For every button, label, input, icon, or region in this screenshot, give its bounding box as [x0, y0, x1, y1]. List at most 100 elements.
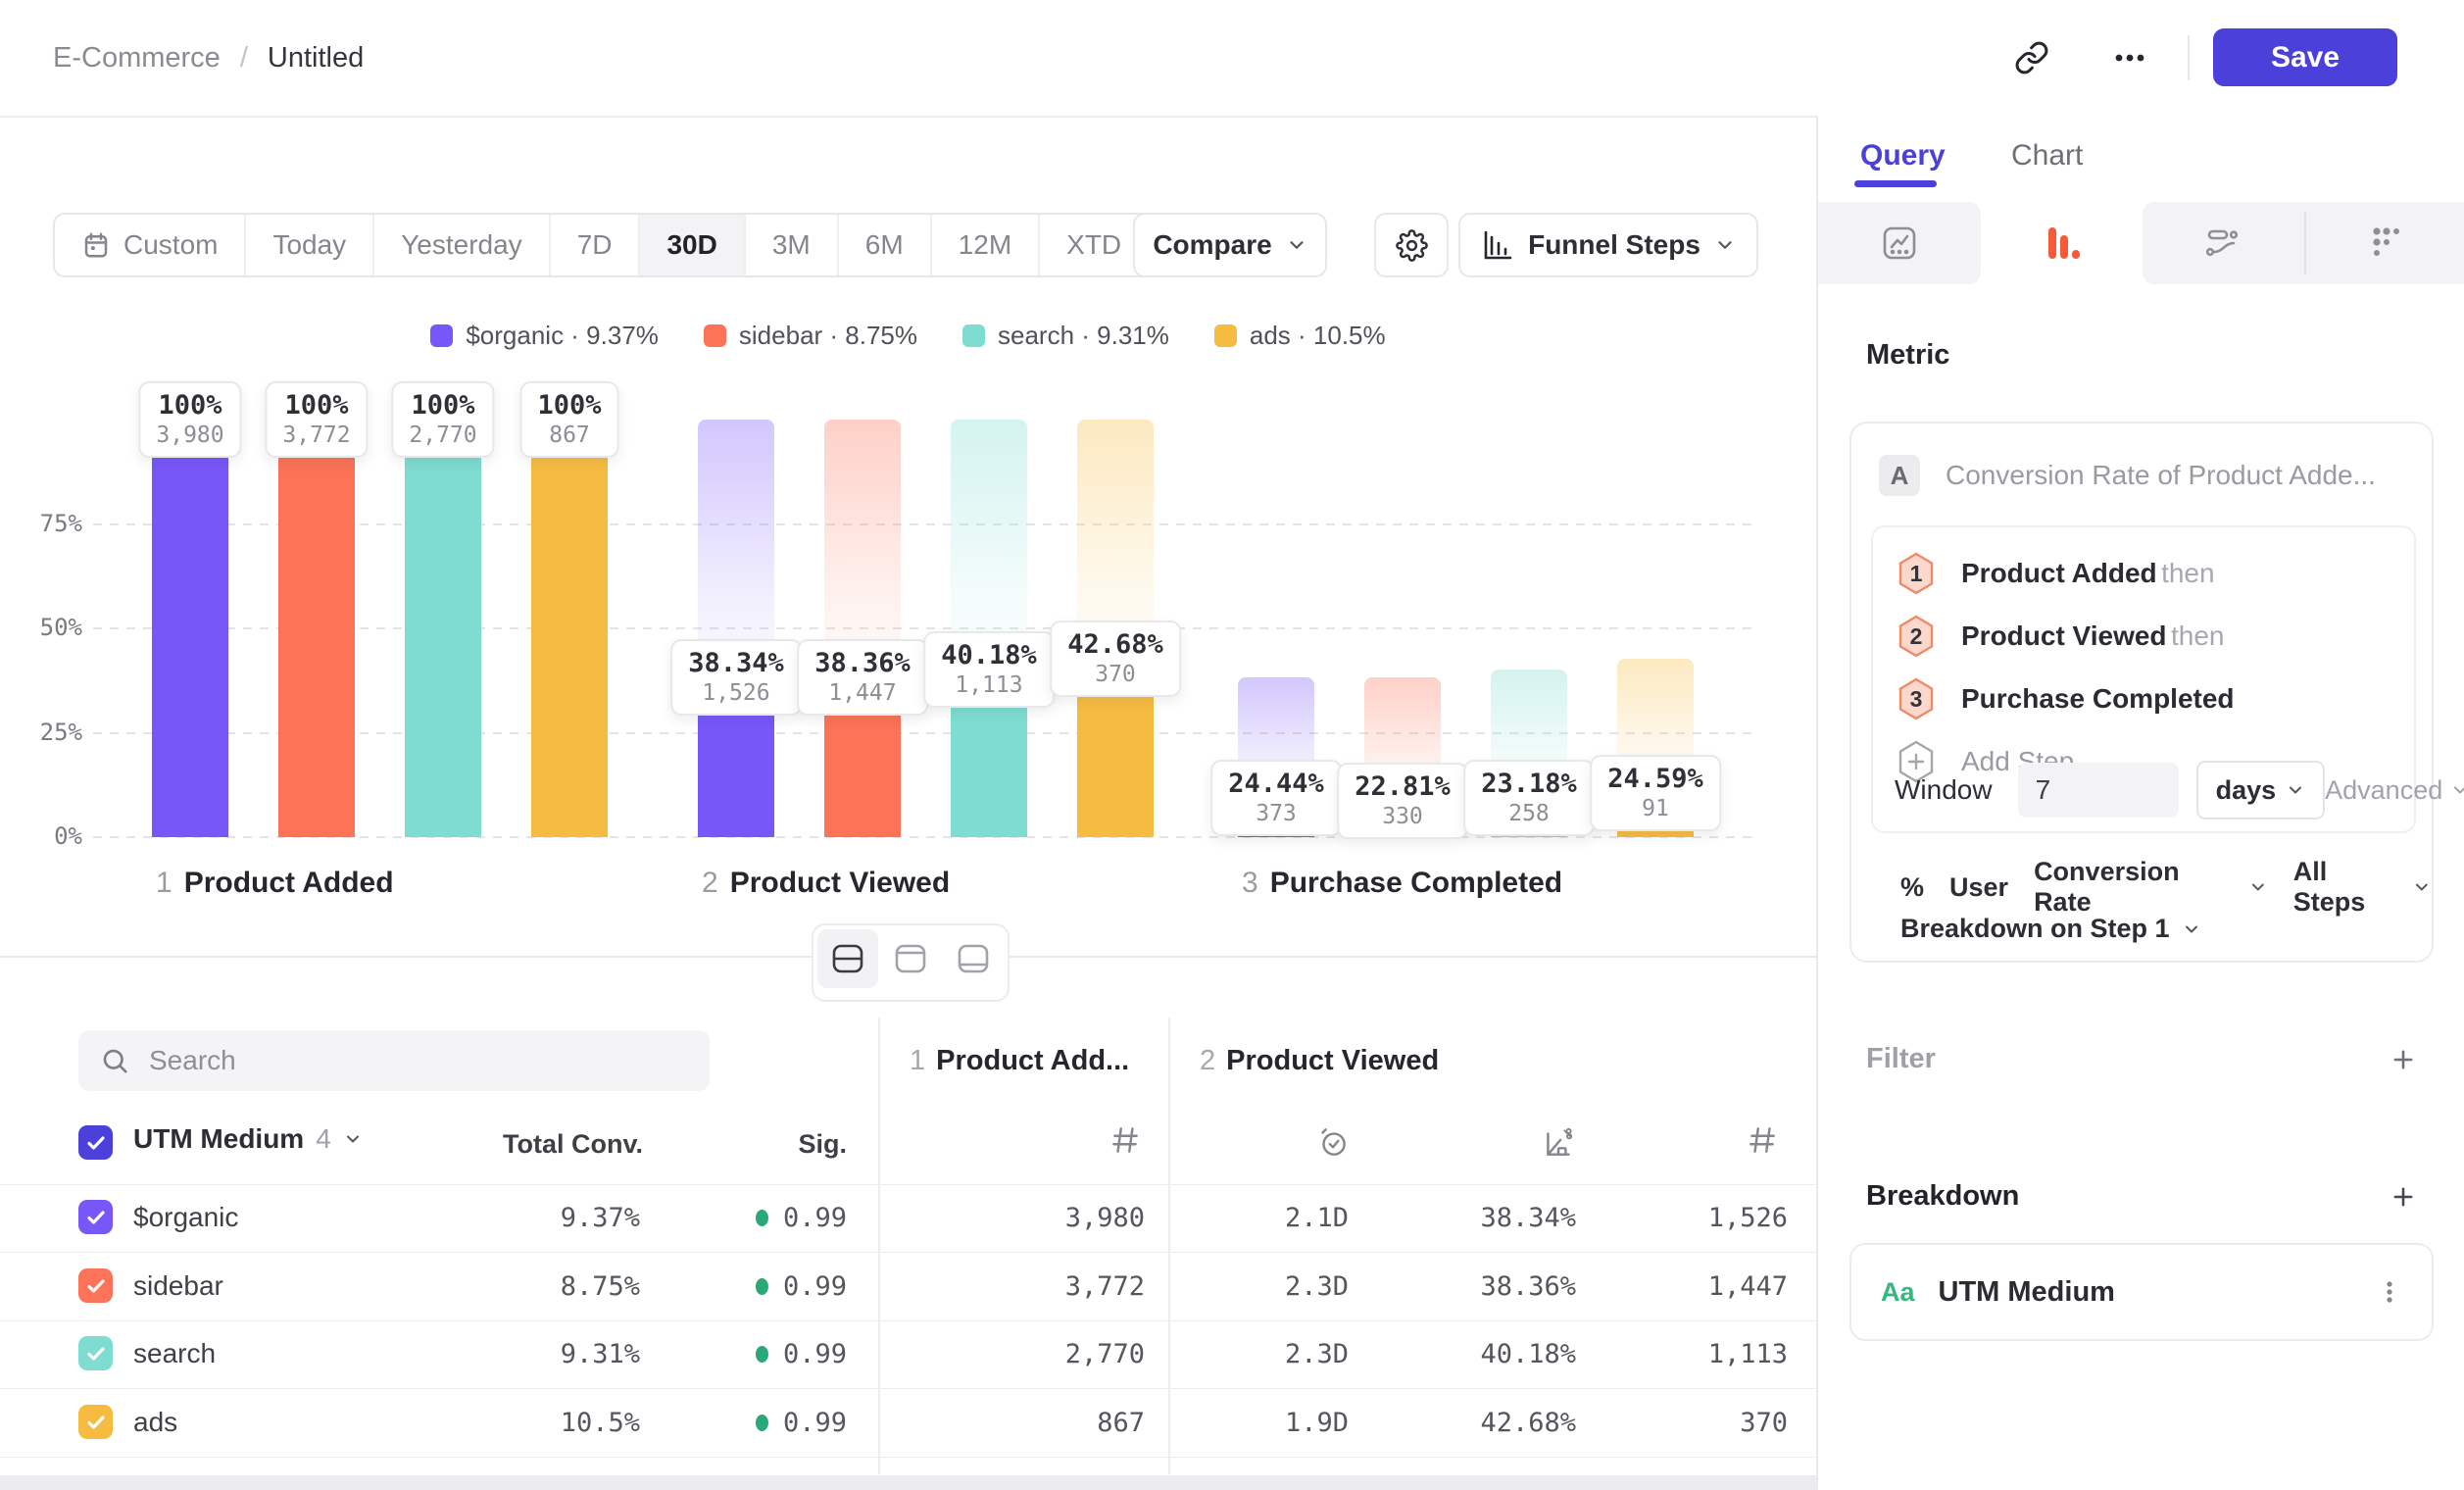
table-cell: 867 — [1097, 1408, 1145, 1438]
step-column-group-2: 2Product Viewed — [1200, 1045, 1439, 1077]
add-breakdown-button[interactable] — [2390, 1183, 2417, 1211]
significance-value: 0.99 — [756, 1408, 847, 1438]
step-number-badge: 1 — [1895, 551, 1938, 596]
sig-dot — [756, 1278, 768, 1295]
funnel-step-1[interactable]: 1Product Added then — [1895, 551, 2215, 596]
conv-chart-icon[interactable] — [1540, 1123, 1577, 1161]
search-icon — [100, 1046, 129, 1075]
window-unit-dropdown[interactable]: days — [2196, 761, 2326, 820]
table-cell: 1,526 — [1708, 1203, 1788, 1233]
window-unit-label: days — [2216, 775, 2277, 806]
funnel-bar-ads-step1[interactable] — [531, 420, 608, 837]
column-divider — [878, 1018, 880, 1474]
row-label[interactable]: sidebar — [133, 1270, 223, 1302]
bar-value-label: 100%3,772 — [265, 381, 368, 458]
select-all-checkbox[interactable] — [78, 1125, 113, 1160]
table-cell: 1,113 — [1708, 1339, 1788, 1369]
table-cell: 38.34% — [1480, 1203, 1576, 1233]
more-options-button[interactable] — [2105, 33, 2154, 82]
breakdown-property-card[interactable]: Aa UTM Medium — [1849, 1243, 2434, 1341]
bar-value-label: 24.59%91 — [1590, 755, 1721, 831]
step-column-group-1: 1Product Add... — [910, 1045, 1129, 1077]
active-tab-underline — [1854, 180, 1937, 187]
breakdown-on-step-dropdown[interactable]: Breakdown on Step 1 — [1900, 914, 2201, 944]
step-axis-label: 2Product Viewed — [702, 867, 950, 900]
copy-link-button[interactable] — [2007, 33, 2056, 82]
sig-header[interactable]: Sig. — [798, 1129, 847, 1160]
kebab-menu-icon[interactable] — [2373, 1275, 2406, 1309]
funnel-bar-sidebar-step1[interactable] — [278, 420, 355, 837]
table-bottom-scroll-area[interactable] — [0, 1475, 1816, 1490]
total-conv-value: 10.5% — [561, 1408, 640, 1438]
add-filter-button[interactable] — [2390, 1046, 2417, 1073]
save-button[interactable]: Save — [2213, 28, 2397, 86]
layout-table-only[interactable] — [943, 929, 1004, 988]
row-label[interactable]: ads — [133, 1407, 177, 1438]
table-cell: 2,770 — [1065, 1339, 1145, 1369]
row-label[interactable]: $organic — [133, 1202, 238, 1233]
layout-split[interactable] — [817, 929, 878, 988]
line-chart-icon — [1878, 222, 1921, 265]
avg-time-icon[interactable] — [1314, 1123, 1352, 1161]
bar-value-label: 42.68%370 — [1050, 621, 1181, 697]
metric-type-insights[interactable] — [1818, 202, 1980, 284]
row-checkbox-organic[interactable] — [78, 1200, 113, 1234]
metric-type-funnel-selected[interactable] — [1981, 202, 2143, 284]
window-row: Window days Advanced — [1895, 761, 2464, 820]
row-separator — [0, 1184, 1816, 1185]
chevron-down-icon — [2450, 780, 2464, 800]
metric-type-flows[interactable] — [2143, 202, 2304, 284]
measure-user: User — [1949, 872, 2008, 903]
table-search — [78, 1030, 710, 1091]
funnel-steps-card: 1Product Added then 2Product Viewed then 3… — [1871, 525, 2416, 833]
query-panel: Query Chart — [1816, 116, 2464, 1490]
chevron-down-icon — [2286, 780, 2305, 800]
bar-value-label: 22.81%330 — [1337, 763, 1468, 839]
advanced-dropdown[interactable]: Advanced — [2325, 775, 2464, 806]
tab-query[interactable]: Query — [1860, 139, 1946, 173]
table-cell: 38.36% — [1480, 1271, 1576, 1302]
hash-icon[interactable] — [1746, 1123, 1779, 1157]
row-checkbox-sidebar[interactable] — [78, 1268, 113, 1303]
window-label: Window — [1895, 774, 1993, 806]
funnel-step-3[interactable]: 3Purchase Completed — [1895, 676, 2235, 721]
total-conv-value: 8.75% — [561, 1271, 640, 1302]
total-conv-header[interactable]: Total Conv. — [503, 1129, 643, 1160]
row-checkbox-search[interactable] — [78, 1336, 113, 1370]
window-value-input[interactable] — [2018, 763, 2179, 818]
group-column-header[interactable]: UTM Medium 4 — [133, 1123, 363, 1155]
measure-conversion-rate[interactable]: Conversion Rate — [2034, 857, 2268, 918]
row-checkbox-ads[interactable] — [78, 1405, 113, 1439]
y-axis-tick: 50% — [14, 614, 82, 641]
step-axis-label: 3Purchase Completed — [1242, 867, 1562, 900]
bar-value-label: 38.34%1,526 — [670, 639, 802, 716]
funnel-bar-organic-step1[interactable] — [152, 420, 228, 837]
filter-label: Filter — [1866, 1043, 1936, 1075]
metric-card: A Conversion Rate of Product Adde... 1Pr… — [1849, 422, 2434, 963]
layout-chart-only[interactable] — [880, 929, 941, 988]
metric-type-strip — [1818, 202, 2464, 284]
row-separator — [0, 1252, 1816, 1253]
table-cell: 1.9D — [1285, 1408, 1349, 1438]
funnel-bar-search-step1[interactable] — [405, 420, 481, 837]
string-property-icon: Aa — [1881, 1277, 1915, 1308]
bar-value-label: 100%3,980 — [138, 381, 241, 458]
table-cell: 3,772 — [1065, 1271, 1145, 1302]
hash-icon[interactable] — [1109, 1123, 1142, 1157]
metric-type-retention[interactable] — [2304, 202, 2464, 284]
step-number-badge: 2 — [1895, 614, 1938, 659]
measure--: % — [1900, 872, 1924, 903]
search-input[interactable] — [147, 1044, 641, 1077]
row-label[interactable]: search — [133, 1338, 216, 1369]
significance-value: 0.99 — [756, 1339, 847, 1369]
measure-all-steps[interactable]: All Steps — [2293, 857, 2432, 918]
tab-chart[interactable]: Chart — [2011, 139, 2083, 173]
breakdown-on-label: Breakdown on Step 1 — [1900, 914, 2170, 944]
bar-value-label: 23.18%258 — [1463, 760, 1595, 836]
advanced-label: Advanced — [2325, 775, 2442, 806]
significance-value: 0.99 — [756, 1203, 847, 1233]
metric-header[interactable]: A Conversion Rate of Product Adde... — [1879, 455, 2376, 496]
funnel-step-2[interactable]: 2Product Viewed then — [1895, 614, 2225, 659]
significance-value: 0.99 — [756, 1271, 847, 1302]
row-separator — [0, 1320, 1816, 1321]
